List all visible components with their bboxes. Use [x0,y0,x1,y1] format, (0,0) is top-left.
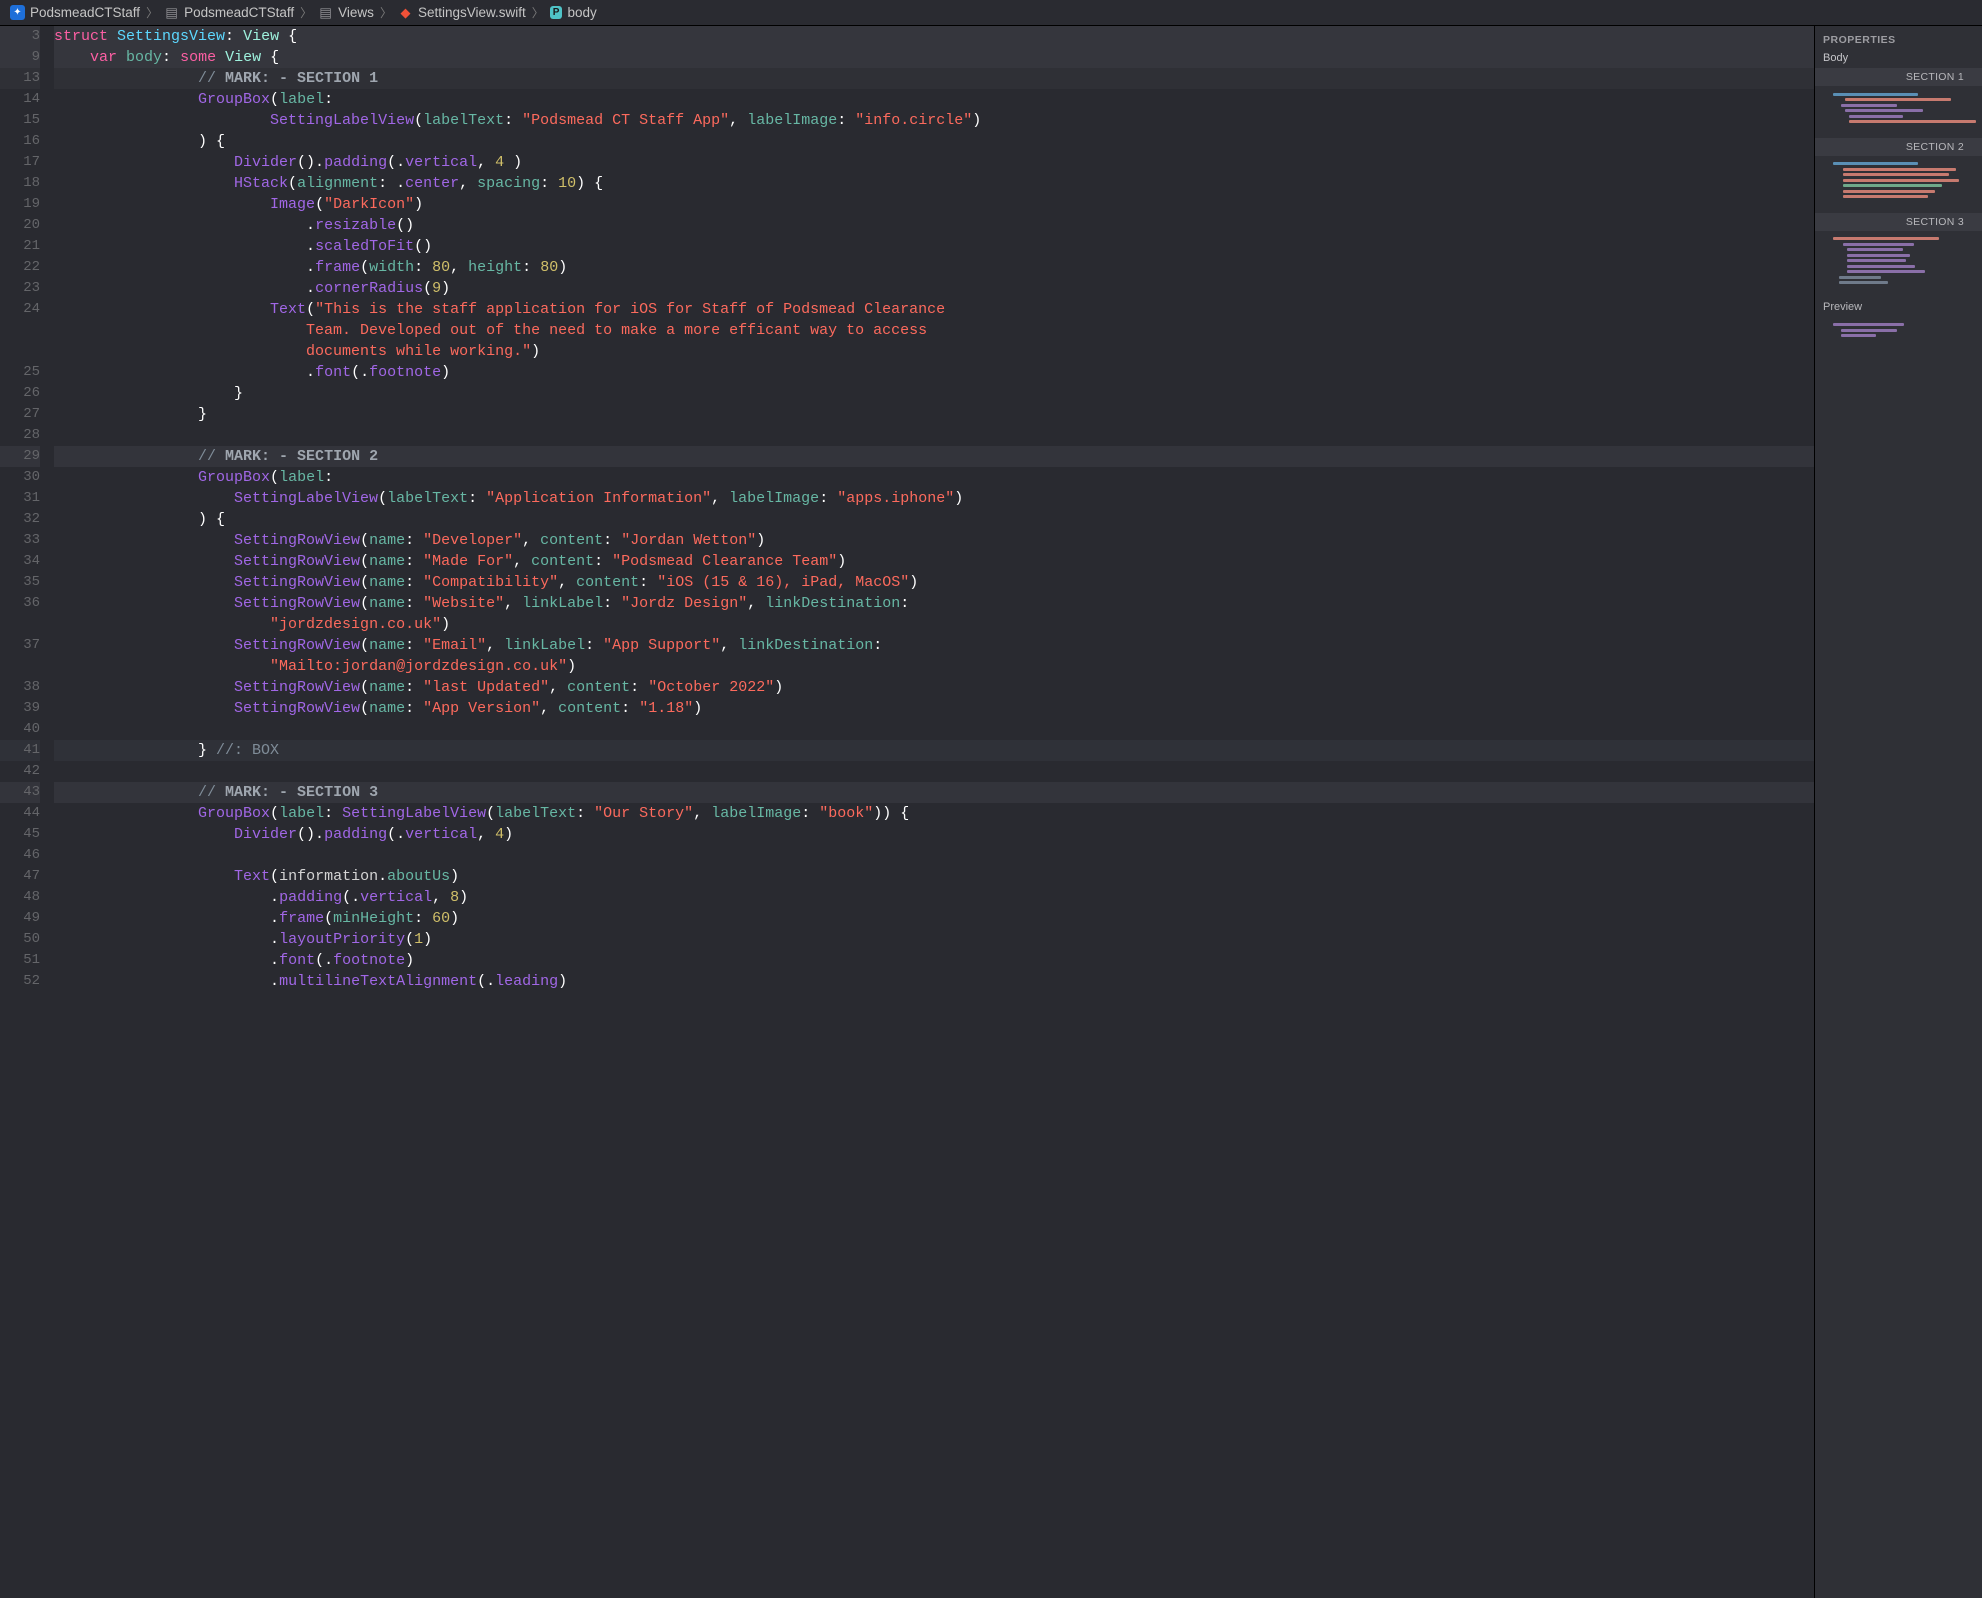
code-line[interactable] [54,845,1814,866]
code-line[interactable]: Divider().padding(.vertical, 4 ) [54,152,1814,173]
code-line[interactable]: .padding(.vertical, 8) [54,887,1814,908]
minimap-section-1[interactable]: SECTION 1 [1815,68,1982,86]
code-line[interactable] [54,719,1814,740]
code-line[interactable]: SettingLabelView(labelText: "Podsmead CT… [54,110,1814,131]
breadcrumb-symbol[interactable]: P body [550,5,597,20]
minimap-lines [1815,86,1982,136]
folder-icon: ▤ [318,5,333,20]
code-line[interactable]: .frame(width: 80, height: 80) [54,257,1814,278]
breadcrumb-label: PodsmeadCTStaff [184,5,294,20]
code-line[interactable]: SettingRowView(name: "Website", linkLabe… [54,593,1814,614]
chevron-right-icon: 〉 [380,4,392,21]
code-line[interactable]: GroupBox(label: [54,467,1814,488]
minimap-lines [1815,231,1982,297]
chevron-right-icon: 〉 [532,4,544,21]
code-line[interactable]: .resizable() [54,215,1814,236]
minimap-lines [1815,156,1982,211]
chevron-right-icon: 〉 [300,4,312,21]
line-gutter: 3913141516171819202122232425262728293031… [0,26,54,992]
breadcrumb-label: body [567,5,596,20]
code-line[interactable]: // MARK: - SECTION 1 [54,68,1814,89]
code-line[interactable]: .multilineTextAlignment(.leading) [54,971,1814,992]
breadcrumb-views[interactable]: ▤ Views [318,5,374,20]
code-line[interactable]: "Mailto:jordan@jordzdesign.co.uk") [54,656,1814,677]
code-line[interactable]: // MARK: - SECTION 2 [54,446,1814,467]
minimap-section-2[interactable]: SECTION 2 [1815,138,1982,156]
breadcrumb-label: PodsmeadCTStaff [30,5,140,20]
minimap-preview-label: Preview [1815,297,1982,317]
breadcrumb-label: SettingsView.swift [418,5,526,20]
minimap-lines [1815,317,1982,350]
property-icon: P [550,6,563,19]
code-line[interactable]: ) { [54,509,1814,530]
code-editor[interactable]: 3913141516171819202122232425262728293031… [0,26,1814,1598]
code-line[interactable]: SettingRowView(name: "Made For", content… [54,551,1814,572]
minimap[interactable]: PROPERTIES Body SECTION 1 SECTION 2 SECT… [1814,26,1982,1598]
code-line[interactable] [54,425,1814,446]
code-line[interactable]: SettingRowView(name: "App Version", cont… [54,698,1814,719]
code-line[interactable]: } //: BOX [54,740,1814,761]
code-line[interactable]: SettingRowView(name: "Email", linkLabel:… [54,635,1814,656]
swift-icon: ◆ [398,5,413,20]
chevron-right-icon: 〉 [146,4,158,21]
code-line[interactable]: SettingLabelView(labelText: "Application… [54,488,1814,509]
minimap-section-3[interactable]: SECTION 3 [1815,213,1982,231]
breadcrumb-folder[interactable]: ▤ PodsmeadCTStaff [164,5,294,20]
code-line[interactable]: struct SettingsView: View { [54,26,1814,47]
breadcrumb-app[interactable]: ✦ PodsmeadCTStaff [10,5,140,20]
code-line[interactable]: SettingRowView(name: "last Updated", con… [54,677,1814,698]
breadcrumb-file[interactable]: ◆ SettingsView.swift [398,5,526,20]
code-line[interactable]: Text(information.aboutUs) [54,866,1814,887]
code-line[interactable]: "jordzdesign.co.uk") [54,614,1814,635]
code-line[interactable]: } [54,404,1814,425]
code-line[interactable]: // MARK: - SECTION 3 [54,782,1814,803]
breadcrumb[interactable]: ✦ PodsmeadCTStaff 〉 ▤ PodsmeadCTStaff 〉 … [0,0,1982,26]
code-line[interactable]: .scaledToFit() [54,236,1814,257]
code-content[interactable]: struct SettingsView: View { var body: so… [54,26,1814,992]
code-line[interactable]: SettingRowView(name: "Compatibility", co… [54,572,1814,593]
app-icon: ✦ [10,5,25,20]
code-line[interactable]: } [54,383,1814,404]
code-line[interactable]: Divider().padding(.vertical, 4) [54,824,1814,845]
folder-icon: ▤ [164,5,179,20]
code-line[interactable]: GroupBox(label: [54,89,1814,110]
breadcrumb-label: Views [338,5,374,20]
code-line[interactable]: GroupBox(label: SettingLabelView(labelTe… [54,803,1814,824]
code-line[interactable]: .frame(minHeight: 60) [54,908,1814,929]
code-line[interactable]: .cornerRadius(9) [54,278,1814,299]
code-line[interactable]: .font(.footnote) [54,362,1814,383]
code-line[interactable]: .font(.footnote) [54,950,1814,971]
code-line[interactable]: Text("This is the staff application for … [54,299,1814,320]
minimap-properties-header: PROPERTIES [1815,30,1982,50]
code-line[interactable]: documents while working.") [54,341,1814,362]
code-line[interactable]: HStack(alignment: .center, spacing: 10) … [54,173,1814,194]
code-line[interactable]: .layoutPriority(1) [54,929,1814,950]
code-line[interactable]: Team. Developed out of the need to make … [54,320,1814,341]
minimap-body-label: Body [1815,50,1982,66]
code-line[interactable]: ) { [54,131,1814,152]
code-line[interactable]: var body: some View { [54,47,1814,68]
code-line[interactable]: SettingRowView(name: "Developer", conten… [54,530,1814,551]
code-line[interactable] [54,761,1814,782]
code-line[interactable]: Image("DarkIcon") [54,194,1814,215]
